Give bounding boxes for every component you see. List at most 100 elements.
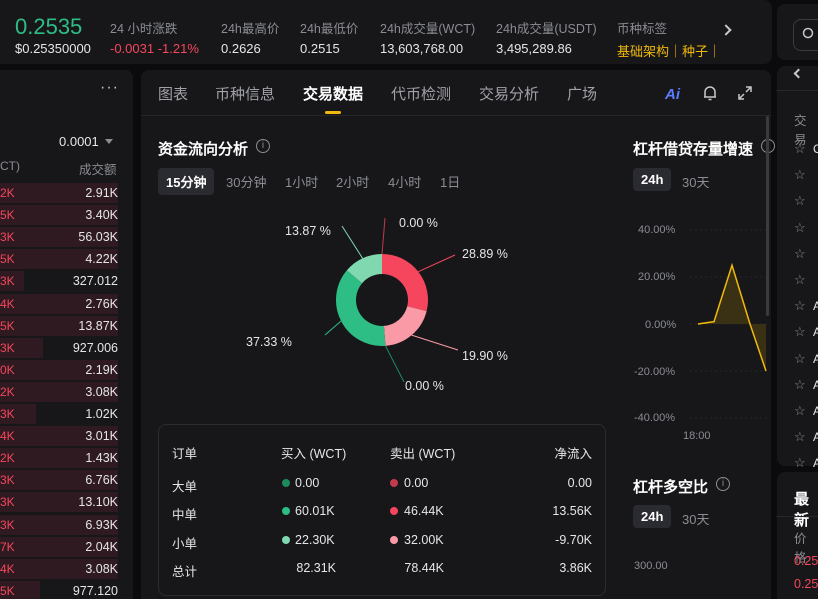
row-total-buy: 82.31K [296, 561, 336, 575]
leverage-interval-30d[interactable]: 30天 [674, 168, 717, 195]
book-row[interactable]: 2K 3.08K [0, 380, 120, 402]
market-row-symbol[interactable]: A [813, 456, 818, 470]
book-row[interactable]: 5K 13.87K [0, 314, 120, 336]
book-row-amount: 3.01K [85, 429, 118, 444]
main-scrollbar[interactable] [766, 116, 769, 316]
market-row-symbol[interactable]: A [813, 430, 818, 444]
market-row-symbol[interactable]: 〔 [813, 247, 818, 264]
price-step-select[interactable]: 0.0001 [59, 134, 99, 149]
tab-trade-analysis[interactable]: 交易分析 [479, 83, 539, 104]
caret-down-icon[interactable] [105, 139, 113, 144]
star-icon[interactable]: ☆ [794, 429, 806, 445]
star-icon[interactable]: ☆ [794, 298, 806, 314]
table-header-buy: 买入 (WCT) [281, 447, 347, 461]
book-row[interactable]: 4K 3.08K [0, 557, 120, 579]
fund-flow-table [158, 424, 606, 596]
market-row-symbol[interactable]: A [813, 299, 818, 313]
book-row[interactable]: 5K 4.22K [0, 247, 120, 270]
book-row[interactable]: 3K 6.76K [0, 468, 120, 491]
donut-slice-buy-medium[interactable] [336, 270, 386, 346]
row-large-buy: 0.00 [295, 476, 320, 490]
book-row[interactable]: 3K 13.10K [0, 490, 120, 513]
interval-30m[interactable]: 30分钟 [218, 168, 274, 195]
book-row-price: 5K [0, 583, 15, 598]
book-row[interactable]: 0K 2.19K [0, 358, 120, 380]
right-divider [776, 90, 818, 91]
tab-coin-info[interactable]: 币种信息 [215, 83, 275, 104]
book-row[interactable]: 2K 2.91K [0, 181, 120, 203]
long-short-interval-24h[interactable]: 24h [633, 505, 672, 528]
star-icon[interactable]: ☆ [794, 141, 806, 157]
book-row[interactable]: 3K 1.02K [0, 402, 120, 424]
leverage-interval-24h[interactable]: 24h [633, 168, 672, 191]
book-row[interactable]: 2K 1.43K [0, 446, 120, 469]
book-row-price: 0K [0, 362, 15, 377]
book-row-amount: 3.08K [85, 561, 118, 576]
interval-1h[interactable]: 1小时 [277, 168, 326, 195]
star-icon[interactable]: ☆ [794, 377, 806, 393]
info-icon[interactable]: i [716, 477, 730, 491]
interval-15m[interactable]: 15分钟 [158, 168, 215, 195]
star-icon[interactable]: ☆ [794, 167, 806, 183]
market-row-symbol[interactable]: A [813, 325, 818, 339]
coin-tags[interactable]: 基础架构｜种子｜L [617, 41, 715, 60]
donut-slice-buy-small[interactable] [346, 254, 383, 284]
book-row[interactable]: 5K 977.120 [0, 579, 120, 599]
donut-leader-line [385, 345, 405, 383]
book-row[interactable]: 4K 2.76K [0, 292, 120, 314]
star-icon[interactable]: ☆ [794, 403, 806, 419]
book-row-price: 5K [0, 208, 15, 223]
stat-value-high: 0.2626 [221, 41, 261, 56]
more-dots-icon[interactable]: ··· [100, 80, 119, 96]
tabs-divider [141, 115, 771, 116]
tab-square[interactable]: 广场 [567, 83, 597, 104]
donut-label-buy-small: 13.87 % [285, 224, 331, 238]
market-row-symbol[interactable]: 〔 [813, 221, 818, 238]
market-row-symbol[interactable]: A [813, 352, 818, 366]
book-row-price: 5K [0, 252, 15, 267]
star-icon[interactable]: ☆ [794, 193, 806, 209]
interval-1d[interactable]: 1日 [432, 168, 468, 195]
right-divider [776, 516, 818, 517]
book-row[interactable]: 3K 56.03K [0, 225, 120, 248]
market-row-symbol[interactable]: 〔 [813, 194, 818, 211]
book-row[interactable]: 7K 2.04K [0, 535, 120, 557]
donut-leader-line [381, 217, 386, 255]
market-row-symbol[interactable]: 〔 [813, 273, 818, 290]
market-row-symbol[interactable]: 〔 [813, 168, 818, 185]
market-row-symbol[interactable]: C [813, 142, 818, 156]
interval-4h[interactable]: 4小时 [380, 168, 429, 195]
tab-chart[interactable]: 图表 [158, 83, 188, 104]
star-icon[interactable]: ☆ [794, 272, 806, 288]
interval-2h[interactable]: 2小时 [328, 168, 377, 195]
fund-flow-donut-chart [324, 217, 459, 383]
donut-slice-sell-small[interactable] [383, 305, 427, 346]
expand-icon[interactable] [736, 84, 754, 102]
info-icon[interactable]: i [256, 139, 270, 153]
market-row-symbol[interactable]: A [813, 404, 818, 418]
star-icon[interactable]: ☆ [794, 246, 806, 262]
latest-title: 最新 [794, 491, 810, 529]
long-short-interval-30d[interactable]: 30天 [674, 505, 717, 532]
row-medium-buy: 60.01K [295, 504, 335, 518]
market-row-symbol[interactable]: A [813, 378, 818, 392]
bell-icon[interactable] [701, 84, 719, 102]
book-row[interactable]: 3K 6.93K [0, 513, 120, 535]
book-row-price: 2K [0, 451, 15, 466]
tab-trade-data[interactable]: 交易数据 [303, 83, 363, 104]
search-input[interactable] [793, 19, 818, 51]
book-row[interactable]: 4K 3.01K [0, 424, 120, 447]
star-icon[interactable]: ☆ [794, 351, 806, 367]
book-row[interactable]: 5K 3.40K [0, 203, 120, 226]
star-icon[interactable]: ☆ [794, 455, 806, 471]
book-row-amount: 1.43K [85, 451, 118, 466]
book-row[interactable]: 3K 327.012 [0, 269, 120, 292]
tab-token-check[interactable]: 代币检测 [391, 83, 451, 104]
book-row[interactable]: 3K 927.006 [0, 336, 120, 358]
ai-icon[interactable]: Ai [665, 86, 680, 103]
last-price: 0.2535 [15, 14, 83, 39]
star-icon[interactable]: ☆ [794, 324, 806, 340]
dot-buy-medium [282, 507, 290, 515]
donut-slice-sell-medium[interactable] [381, 254, 428, 312]
star-icon[interactable]: ☆ [794, 220, 806, 236]
